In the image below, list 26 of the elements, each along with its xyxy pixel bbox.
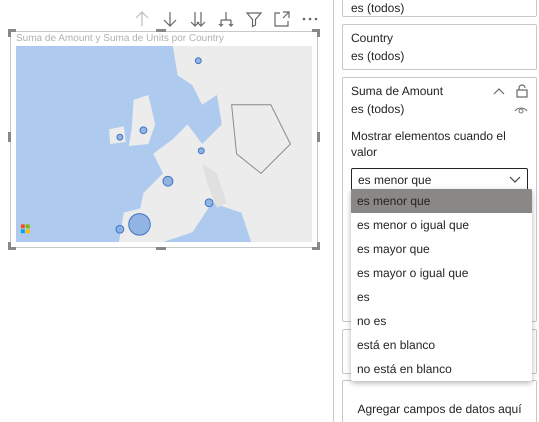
filter-value: es (todos) [351,101,406,118]
filter-value: es (todos) [351,1,406,15]
dropdown-option[interactable]: es menor o igual que [351,213,532,237]
focus-mode-icon[interactable] [273,10,291,28]
chevron-up-icon[interactable] [492,86,506,96]
dropdown-option[interactable]: no es [351,309,532,333]
filter-icon[interactable] [245,10,263,28]
dropdown-option[interactable]: es [351,285,532,309]
filter-card[interactable]: es (todos) [342,0,537,17]
double-arrow-down-icon[interactable] [189,10,207,28]
lock-icon[interactable] [516,84,528,98]
chart-title: Suma de Amount y Suma de Units por Country [16,32,225,46]
add-fields-text: Agregar campos de datos aquí [357,400,522,418]
dropdown-option[interactable]: no está en blanco [351,357,532,381]
filter-field-name: Suma de Amount [351,83,444,100]
filter-card[interactable]: Country es (todos) [342,24,537,70]
dropdown-option[interactable]: es mayor o igual que [351,261,532,285]
condition-label: Mostrar elementos cuando el valor [351,128,507,160]
arrow-down-icon[interactable] [161,10,179,28]
filter-field-name: Country [351,30,394,47]
dropdown-option[interactable]: es menor que [351,189,532,213]
hierarchy-icon[interactable] [217,10,235,28]
dropdown-option[interactable]: es mayor que [351,237,532,261]
chevron-down-icon [509,176,521,184]
dropdown-option[interactable]: está en blanco [351,333,532,357]
filter-value: es (todos) [351,48,406,65]
